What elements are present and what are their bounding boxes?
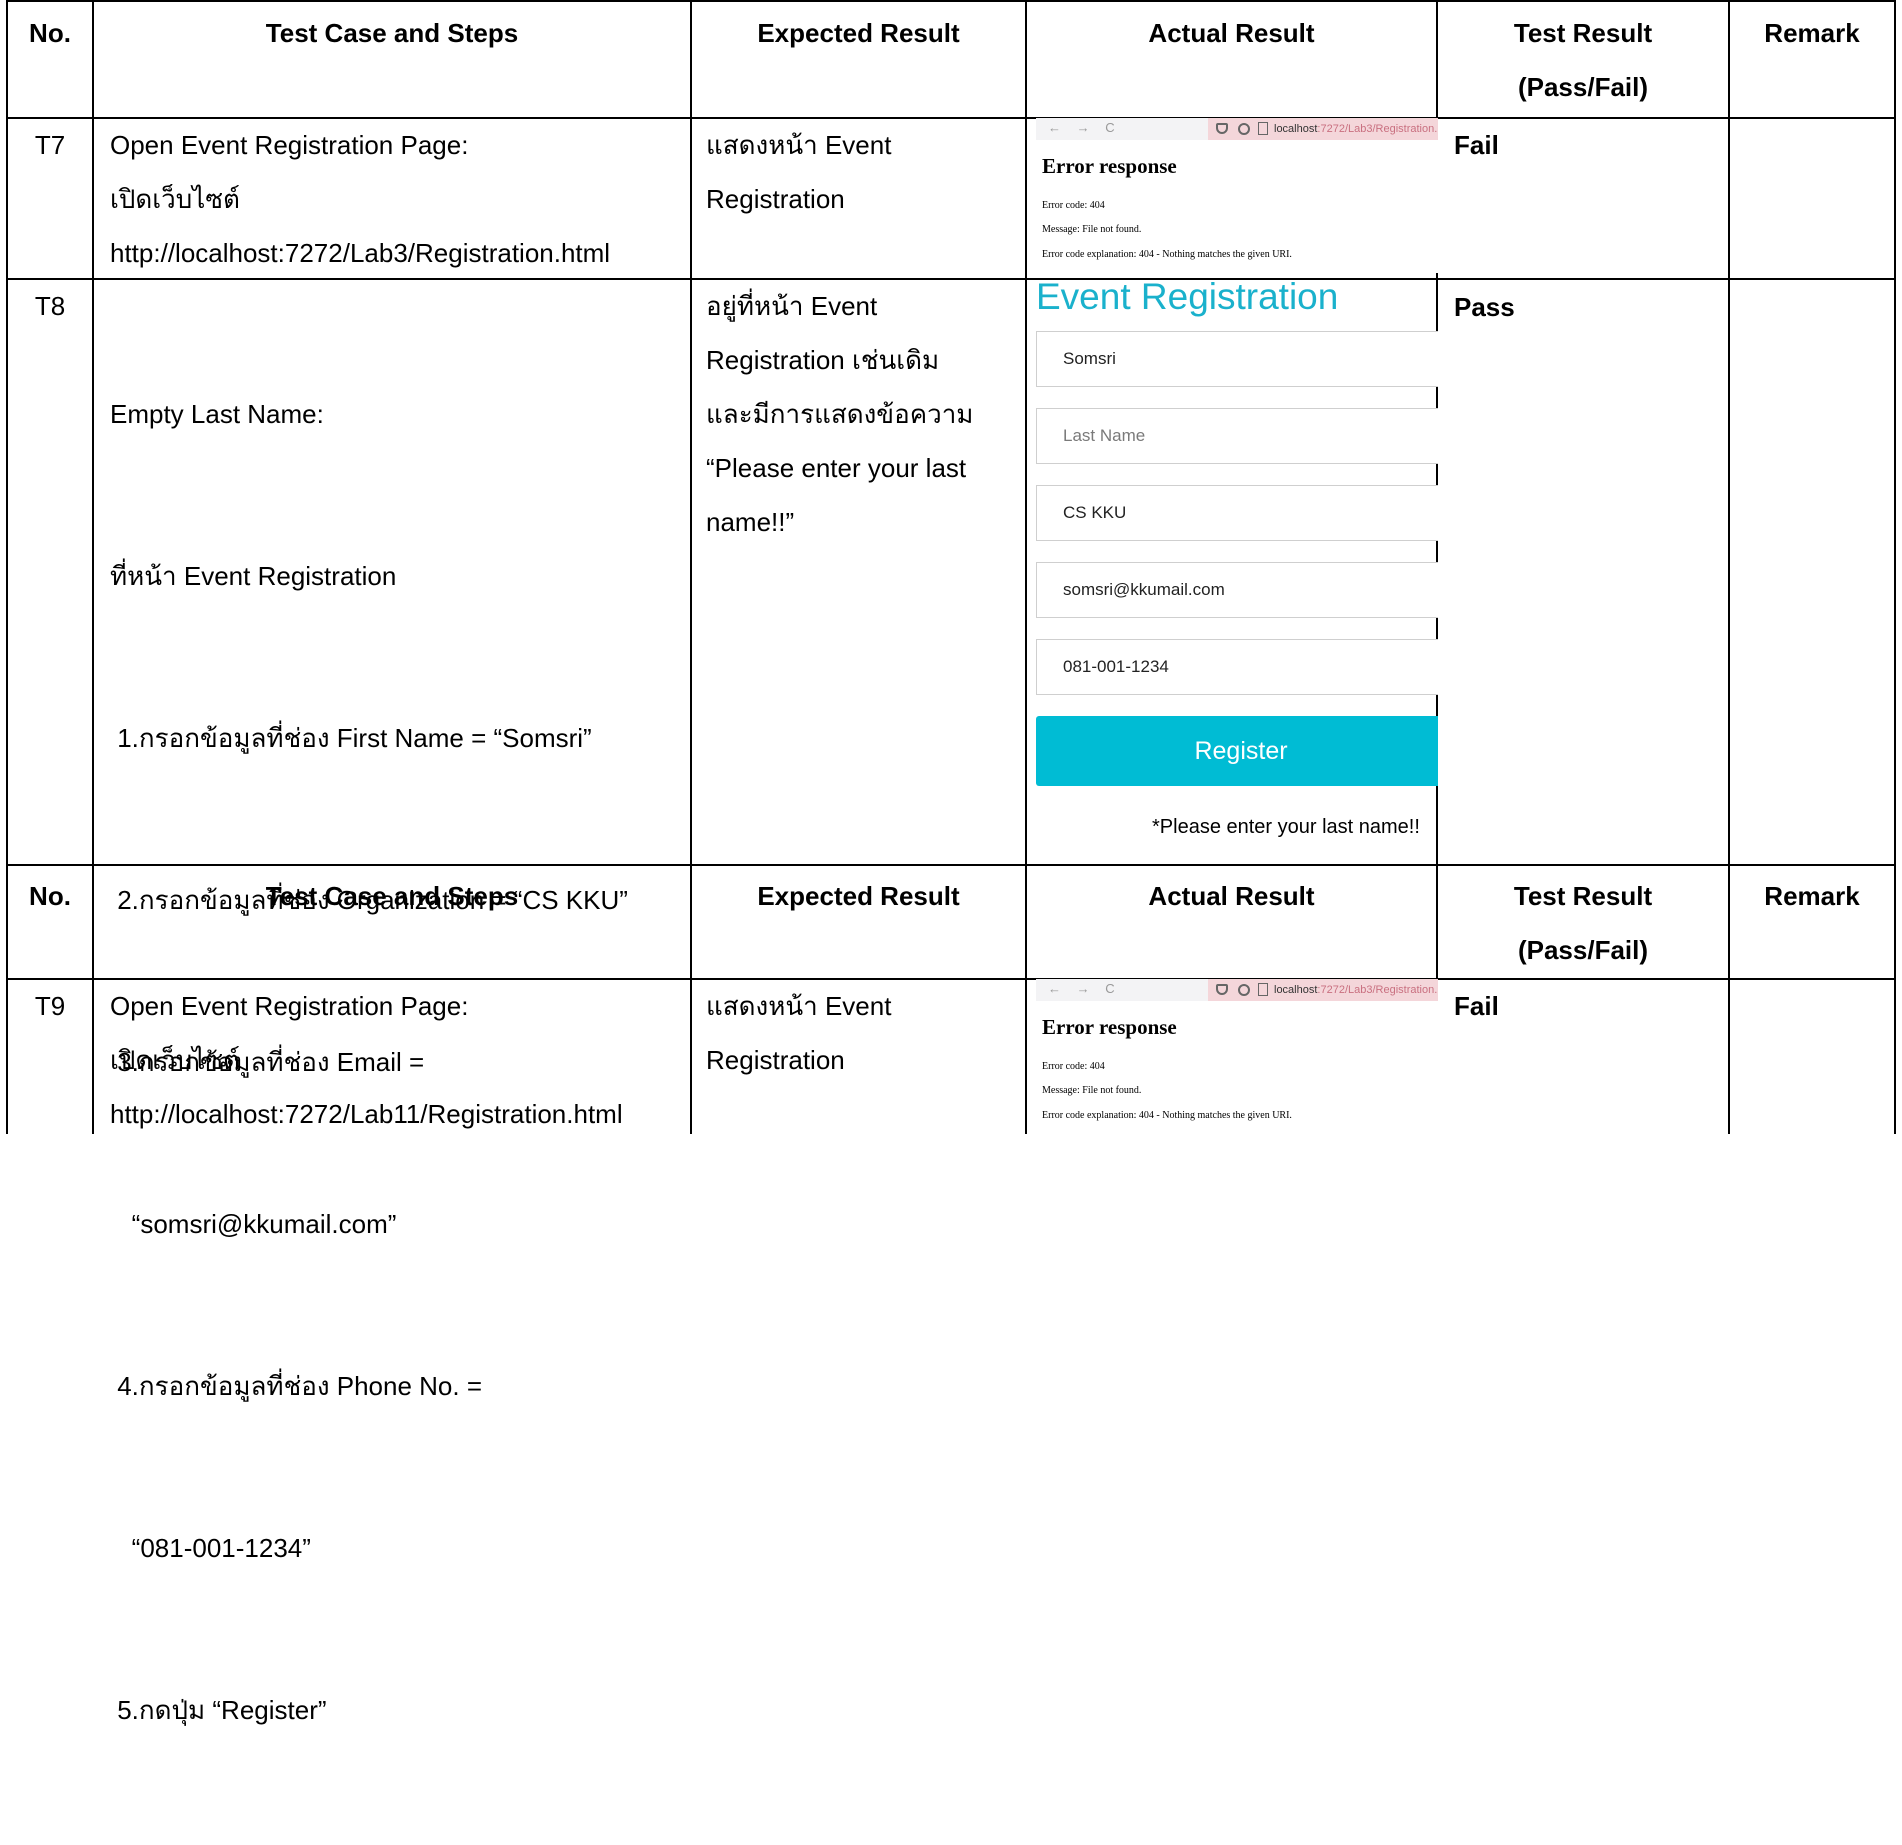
header-no: No. (29, 18, 71, 48)
expected-result: แสดงหน้า Event Registration (706, 118, 891, 226)
step-line: Open Event Registration Page: (110, 991, 469, 1021)
step-line: Empty Last Name: (110, 399, 324, 429)
col-divider (1025, 0, 1027, 1134)
shield-icon (1216, 984, 1228, 995)
col-divider (92, 0, 94, 1134)
row-id: T8 (34, 291, 66, 321)
header-remark: Remark (1764, 18, 1860, 48)
expected-line: Registration (706, 1045, 845, 1075)
expected-result: อยู่ที่หน้า Event Registration เช่นเดิม … (706, 279, 973, 549)
expected-line: “Please enter your last (706, 453, 967, 483)
shield-icon (1216, 123, 1228, 134)
header-test-case: Test Case and Steps (265, 18, 519, 48)
error-title: Error response (1042, 154, 1177, 178)
phone-field: 081-001-1234 (1036, 639, 1438, 695)
error-code: Error code: 404 (1042, 200, 1105, 211)
header-no: No. (29, 881, 71, 911)
error-code: Error code: 404 (1042, 1061, 1105, 1072)
test-result: Fail (1454, 991, 1499, 1021)
email-field: somsri@kkumail.com (1036, 562, 1438, 618)
step-line: 4.กรอกข้อมูลที่ช่อง Phone No. = (110, 1371, 483, 1401)
nav-arrows-icon: ← → C (1048, 981, 1121, 996)
nav-arrows-icon: ← → C (1048, 120, 1121, 135)
step-line: 5.กดปุ่ม “Register” (110, 1695, 327, 1725)
header-expected: Expected Result (757, 18, 960, 48)
browser-toolbar: ← → C localhost:7272/Lab3/Registration.h… (1036, 118, 1438, 140)
expected-line: อยู่ที่หน้า Event (706, 291, 878, 321)
header-result: Test Result (1513, 881, 1653, 911)
url-path: :7272/Lab3/Registration.html (1317, 984, 1438, 996)
url-path: :7272/Lab3/Registration.html (1317, 123, 1438, 135)
expected-result: แสดงหน้า Event Registration (706, 979, 891, 1087)
step-line: “081-001-1234” (110, 1533, 311, 1563)
tracking-icon (1238, 984, 1250, 996)
test-case-table: No. Test Case and Steps Expected Result … (6, 0, 1896, 1725)
col-divider (1728, 0, 1730, 1134)
url-host: localhost (1274, 123, 1318, 135)
header-result-sub: (Pass/Fail) (1517, 72, 1649, 102)
header-remark: Remark (1764, 881, 1860, 911)
header-actual: Actual Result (1148, 881, 1315, 911)
url-host: localhost (1274, 984, 1318, 996)
test-steps: Open Event Registration Page: เปิดเว็บไซ… (110, 979, 623, 1141)
step-line: เปิดเว็บไซต์ (110, 184, 240, 214)
tracking-icon (1238, 123, 1250, 135)
header-result: Test Result (1513, 18, 1653, 48)
organization-field: CS KKU (1036, 485, 1438, 541)
last-name-field: Last Name (1036, 408, 1438, 464)
test-result: Pass (1454, 292, 1515, 322)
validation-message: *Please enter your last name!! (1152, 816, 1420, 838)
error-message: Message: File not found. (1042, 224, 1142, 235)
expected-line: แสดงหน้า Event (706, 991, 892, 1021)
register-button: Register (1036, 716, 1438, 786)
header-actual: Actual Result (1148, 18, 1315, 48)
table-border-top (6, 0, 1896, 2)
expected-line: Registration (706, 184, 845, 214)
browser-toolbar: ← → C localhost:7272/Lab3/Registration.h… (1036, 979, 1438, 1001)
step-line: 1.กรอกข้อมูลที่ช่อง First Name = “Somsri… (110, 723, 592, 753)
error-response-screenshot: ← → C localhost:7272/Lab3/Registration.h… (1036, 118, 1438, 273)
header-test-case: Test Case and Steps (265, 881, 519, 911)
page-icon (1258, 983, 1268, 996)
address-bar: localhost:7272/Lab3/Registration.html (1208, 979, 1438, 1001)
error-explanation: Error code explanation: 404 - Nothing ma… (1042, 249, 1292, 260)
test-steps: Open Event Registration Page: เปิดเว็บไซ… (110, 118, 610, 280)
error-response-screenshot: ← → C localhost:7272/Lab3/Registration.h… (1036, 979, 1438, 1134)
form-title: Event Registration (1036, 280, 1339, 317)
registration-form-screenshot: Event Registration Somsri Last Name CS K… (1036, 280, 1438, 864)
test-result: Fail (1454, 130, 1499, 160)
row-id: T9 (34, 991, 66, 1021)
step-line: “somsri@kkumail.com” (110, 1209, 397, 1239)
expected-line: name!!” (706, 507, 795, 537)
error-explanation: Error code explanation: 404 - Nothing ma… (1042, 1110, 1292, 1121)
step-line: Open Event Registration Page: (110, 130, 469, 160)
step-line: ที่หน้า Event Registration (110, 561, 397, 591)
col-divider (690, 0, 692, 1134)
step-line: เปิดเว็บไซต์ (110, 1045, 240, 1075)
header-result-sub: (Pass/Fail) (1517, 935, 1649, 965)
page-icon (1258, 122, 1268, 135)
step-line: http://localhost:7272/Lab11/Registration… (110, 1099, 623, 1129)
first-name-field: Somsri (1036, 331, 1438, 387)
address-bar: localhost:7272/Lab3/Registration.html (1208, 118, 1438, 140)
step-line: http://localhost:7272/Lab3/Registration.… (110, 238, 611, 268)
expected-line: และมีการแสดงข้อความ (706, 399, 974, 429)
row-id: T7 (34, 130, 66, 160)
expected-line: แสดงหน้า Event (706, 130, 892, 160)
error-message: Message: File not found. (1042, 1085, 1142, 1096)
header-expected: Expected Result (757, 881, 960, 911)
expected-line: Registration เช่นเดิม (706, 345, 940, 375)
error-title: Error response (1042, 1015, 1177, 1039)
col-divider (1894, 0, 1896, 1134)
